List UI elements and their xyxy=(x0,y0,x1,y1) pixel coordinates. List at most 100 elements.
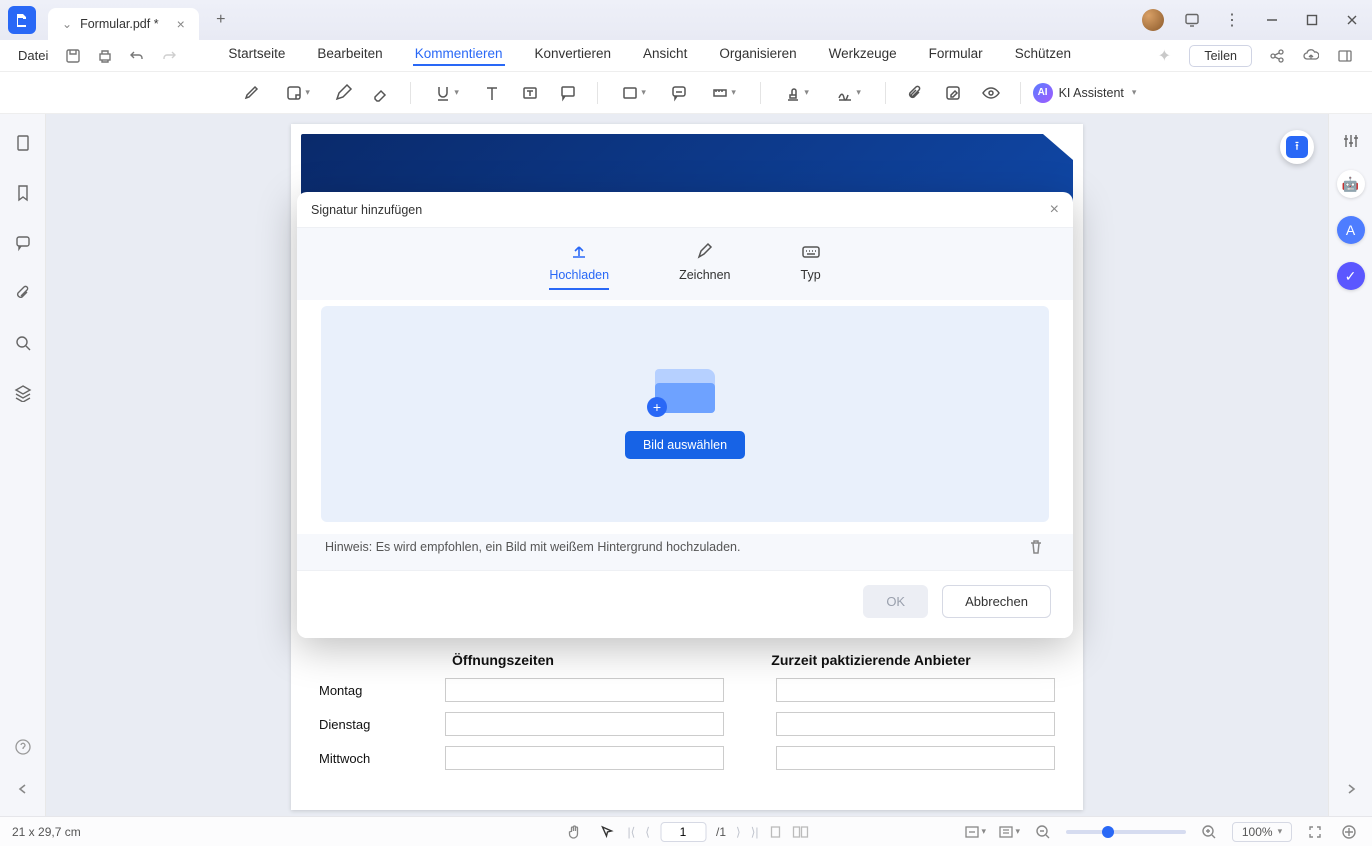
measure-icon[interactable]: ▾ xyxy=(700,78,748,108)
last-page-button[interactable]: ⟩| xyxy=(751,825,759,839)
attachments-panel-icon[interactable] xyxy=(12,282,34,304)
print-icon[interactable] xyxy=(96,47,114,65)
menu-schuetzen[interactable]: Schützen xyxy=(1013,46,1073,66)
ai-badge-icon: AI xyxy=(1033,83,1053,103)
zoom-in-button[interactable] xyxy=(1198,821,1220,843)
window-maximize-button[interactable] xyxy=(1300,8,1324,32)
zoom-out-button[interactable] xyxy=(1032,821,1054,843)
next-page-button[interactable]: ⟩ xyxy=(736,825,741,839)
cloud-upload-icon[interactable] xyxy=(1302,47,1320,65)
save-icon[interactable] xyxy=(64,47,82,65)
new-tab-button[interactable]: + xyxy=(209,8,233,32)
tab-type[interactable]: Typ xyxy=(801,242,821,290)
prev-page-button[interactable]: ⟨ xyxy=(645,825,650,839)
ai-assistant-button[interactable]: AI KI Assistent ▾ xyxy=(1033,83,1137,103)
eraser-icon[interactable] xyxy=(364,78,398,108)
highlighter-icon[interactable] xyxy=(236,78,270,108)
signature-icon[interactable]: ▾ xyxy=(825,78,873,108)
menu-bearbeiten[interactable]: Bearbeiten xyxy=(315,46,384,66)
attachment-icon[interactable] xyxy=(898,78,932,108)
menu-formular[interactable]: Formular xyxy=(927,46,985,66)
zoom-level[interactable]: 100%▾ xyxy=(1232,822,1292,842)
edit-comment-icon[interactable] xyxy=(936,78,970,108)
layers-icon[interactable] xyxy=(12,382,34,404)
floating-upload-button[interactable]: ⭱ xyxy=(1280,130,1314,164)
more-icon[interactable]: ⋮ xyxy=(1220,8,1244,32)
draw-icon xyxy=(695,242,715,262)
ai-chat-icon[interactable]: 🤖 xyxy=(1337,170,1365,198)
dialog-close-button[interactable]: × xyxy=(1050,201,1059,219)
share-button[interactable]: Teilen xyxy=(1189,45,1252,67)
collapse-right-icon[interactable] xyxy=(1340,778,1362,800)
statusbar: 21 x 29,7 cm |⟨ ⟨ /1 ⟩ ⟩| ▾ ▾ 100%▾ xyxy=(0,816,1372,846)
tab-draw[interactable]: Zeichnen xyxy=(679,242,730,290)
single-page-icon[interactable] xyxy=(769,825,783,839)
app-logo[interactable] xyxy=(8,6,36,34)
bookmark-icon[interactable] xyxy=(12,182,34,204)
pencil-icon[interactable] xyxy=(326,78,360,108)
thumbnails-icon[interactable] xyxy=(12,132,34,154)
select-tool-icon[interactable] xyxy=(595,821,617,843)
settings-sliders-icon[interactable] xyxy=(1340,130,1362,152)
panel-toggle-icon[interactable] xyxy=(1336,47,1354,65)
fullscreen-icon[interactable] xyxy=(1304,821,1326,843)
help-icon[interactable] xyxy=(12,736,34,758)
window-minimize-button[interactable] xyxy=(1260,8,1284,32)
page-number-input[interactable] xyxy=(660,822,706,842)
note-icon[interactable]: ▾ xyxy=(274,78,322,108)
comments-panel-icon[interactable] xyxy=(12,232,34,254)
choose-image-button[interactable]: Bild auswählen xyxy=(625,431,745,459)
user-avatar[interactable] xyxy=(1142,9,1164,31)
two-page-icon[interactable] xyxy=(793,825,809,839)
form-field[interactable] xyxy=(445,746,724,770)
lightbulb-icon[interactable]: ✦ xyxy=(1155,47,1173,65)
file-menu[interactable]: Datei xyxy=(18,48,48,63)
translate-icon[interactable]: A xyxy=(1337,216,1365,244)
upload-dropzone[interactable]: + Bild auswählen xyxy=(321,306,1049,522)
keyboard-icon xyxy=(801,242,821,262)
form-field[interactable] xyxy=(776,746,1055,770)
menu-ansicht[interactable]: Ansicht xyxy=(641,46,689,66)
hand-tool-icon[interactable] xyxy=(563,821,585,843)
form-field[interactable] xyxy=(776,678,1055,702)
undo-icon[interactable] xyxy=(128,47,146,65)
menu-organisieren[interactable]: Organisieren xyxy=(717,46,798,66)
titlebar: ⌄ Formular.pdf * × + ⋮ xyxy=(0,0,1372,40)
menu-werkzeuge[interactable]: Werkzeuge xyxy=(827,46,899,66)
menu-startseite[interactable]: Startseite xyxy=(226,46,287,66)
tab-title: Formular.pdf * xyxy=(80,17,159,31)
textbox-icon[interactable] xyxy=(513,78,547,108)
redo-icon[interactable] xyxy=(160,47,178,65)
first-page-button[interactable]: |⟨ xyxy=(627,825,635,839)
plus-badge-icon: + xyxy=(647,397,667,417)
shape-rect-icon[interactable]: ▾ xyxy=(610,78,658,108)
check-badge-icon[interactable]: ✓ xyxy=(1337,262,1365,290)
comment-bubble-icon[interactable] xyxy=(662,78,696,108)
day-label: Dienstag xyxy=(319,717,429,732)
text-icon[interactable] xyxy=(475,78,509,108)
feedback-icon[interactable] xyxy=(1180,8,1204,32)
stamp-icon[interactable]: ▾ xyxy=(773,78,821,108)
search-icon[interactable] xyxy=(12,332,34,354)
fit-page-icon[interactable] xyxy=(1338,821,1360,843)
underline-icon[interactable]: ▾ xyxy=(423,78,471,108)
close-tab-button[interactable]: × xyxy=(177,16,185,32)
collapse-left-icon[interactable] xyxy=(12,778,34,800)
window-close-button[interactable] xyxy=(1340,8,1364,32)
document-tab[interactable]: ⌄ Formular.pdf * × xyxy=(48,8,199,40)
tab-upload[interactable]: Hochladen xyxy=(549,242,609,290)
callout-icon[interactable] xyxy=(551,78,585,108)
form-field[interactable] xyxy=(776,712,1055,736)
ok-button[interactable]: OK xyxy=(863,585,928,618)
form-field[interactable] xyxy=(445,712,724,736)
read-mode-icon[interactable]: ▾ xyxy=(998,821,1020,843)
form-field[interactable] xyxy=(445,678,724,702)
cancel-button[interactable]: Abbrechen xyxy=(942,585,1051,618)
delete-icon[interactable] xyxy=(1027,538,1045,556)
menu-konvertieren[interactable]: Konvertieren xyxy=(533,46,614,66)
zoom-slider[interactable] xyxy=(1066,830,1186,834)
eye-icon[interactable] xyxy=(974,78,1008,108)
menu-kommentieren[interactable]: Kommentieren xyxy=(413,46,505,66)
fit-width-icon[interactable]: ▾ xyxy=(964,821,986,843)
share-nodes-icon[interactable] xyxy=(1268,47,1286,65)
